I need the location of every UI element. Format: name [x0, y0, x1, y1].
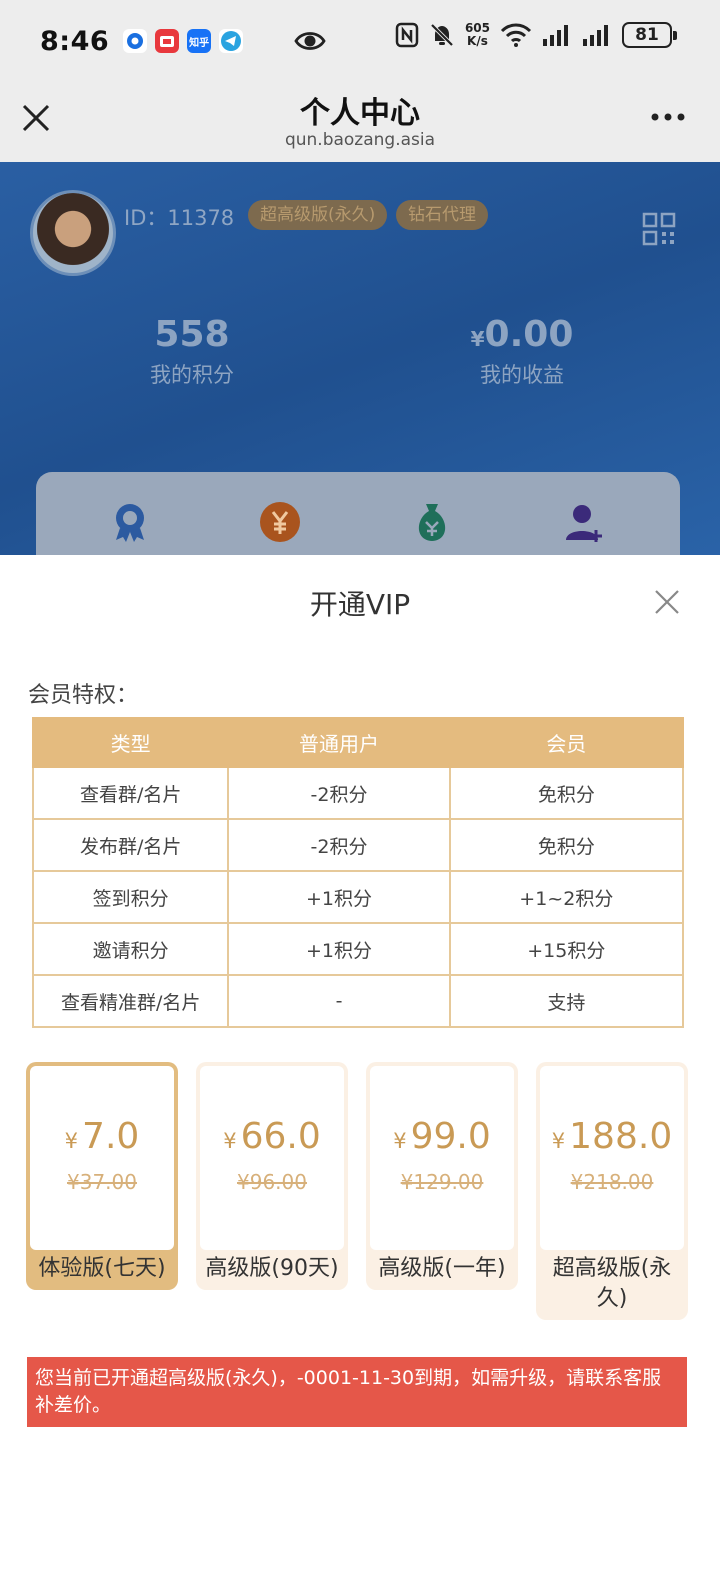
- status-right: 605 K/s 81: [395, 22, 677, 48]
- telegram-app-icon: [219, 29, 244, 53]
- plan-original-price: ¥37.00: [67, 1170, 137, 1194]
- eye-icon: [294, 32, 326, 50]
- plan-price-box: ¥7.0 ¥37.00: [30, 1066, 174, 1250]
- circle-app-icon: [123, 29, 148, 53]
- plan-price-box: ¥99.0 ¥129.00: [370, 1066, 514, 1250]
- vip-modal: 开通VIP 会员特权： 类型 普通用户 会员 查看群/名片 -2积分 免积分 发…: [0, 555, 720, 1582]
- plan-card-trial[interactable]: ¥7.0 ¥37.00 体验版(七天): [26, 1062, 178, 1290]
- plan-card-lifetime[interactable]: ¥188.0 ¥218.00 超高级版(永久): [536, 1062, 688, 1320]
- page: 8:46 知乎 605 K/s 81 个人中心 qun.baozang.asia…: [0, 0, 720, 1582]
- table-cell: 免积分: [448, 766, 685, 820]
- table-cell: +1积分: [227, 922, 451, 976]
- zhihu-app-icon: 知乎: [187, 29, 212, 53]
- plan-original-price: ¥96.00: [237, 1170, 307, 1194]
- plan-price: ¥66.0: [223, 1116, 321, 1157]
- table-cell: +1积分: [227, 870, 451, 924]
- table-cell: +1~2积分: [448, 870, 685, 924]
- table-cell: -2积分: [227, 818, 451, 872]
- plan-original-price: ¥129.00: [400, 1170, 484, 1194]
- page-title: 个人中心: [300, 96, 420, 131]
- signal-icon-1: [543, 25, 568, 46]
- plan-options: ¥7.0 ¥37.00 体验版(七天) ¥66.0 ¥96.00 高级版(90天…: [26, 1062, 690, 1332]
- status-time: 8:46: [40, 25, 110, 57]
- profile-header: ID：11378 超高级版(永久) 钻石代理 558 我的积分 ¥0.00 我的…: [0, 162, 720, 560]
- plan-name: 体验版(七天): [38, 1256, 166, 1281]
- plan-price-box: ¥188.0 ¥218.00: [540, 1066, 684, 1250]
- table-row: 查看精准群/名片 - 支持: [31, 974, 685, 1028]
- table-row: 发布群/名片 -2积分 免积分: [31, 818, 685, 872]
- plan-original-price: ¥218.00: [570, 1170, 654, 1194]
- table-row: 邀请积分 +1积分 +15积分: [31, 922, 685, 976]
- table-cell: 查看群/名片: [31, 766, 230, 820]
- membership-notice: 您当前已开通超高级版(永久)，-0001-11-30到期，如需升级，请联系客服补…: [27, 1357, 687, 1427]
- header-member: 会员: [448, 717, 685, 768]
- modal-close-icon[interactable]: [652, 587, 682, 617]
- table-cell: -: [227, 974, 451, 1028]
- net-speed-unit: K/s: [467, 34, 488, 48]
- status-bar: 8:46 知乎 605 K/s 81: [0, 0, 720, 82]
- more-icon[interactable]: [650, 112, 686, 122]
- table-row: 查看群/名片 -2积分 免积分: [31, 766, 685, 820]
- modal-overlay[interactable]: [0, 162, 720, 560]
- modal-title: 开通VIP: [309, 588, 411, 621]
- mute-bell-icon: [430, 23, 454, 47]
- nfc-icon: [395, 22, 419, 48]
- plan-price-box: ¥66.0 ¥96.00: [200, 1066, 344, 1250]
- perks-table: 类型 普通用户 会员 查看群/名片 -2积分 免积分 发布群/名片 -2积分 免…: [31, 717, 685, 1028]
- table-row: 签到积分 +1积分 +1~2积分: [31, 870, 685, 924]
- status-app-icons: 知乎: [123, 29, 244, 53]
- header-normal-user: 普通用户: [227, 717, 451, 768]
- header-type: 类型: [31, 717, 230, 768]
- nav-bar: 个人中心 qun.baozang.asia: [0, 82, 720, 162]
- net-speed: 605 K/s: [465, 22, 490, 48]
- plan-name: 超高级版(永久): [552, 1256, 672, 1311]
- plan-price: ¥7.0: [64, 1116, 140, 1157]
- table-header-row: 类型 普通用户 会员: [31, 717, 685, 768]
- page-url: qun.baozang.asia: [284, 130, 436, 150]
- signal-icon-2: [583, 25, 608, 46]
- table-cell: 免积分: [448, 818, 685, 872]
- table-cell: 发布群/名片: [31, 818, 230, 872]
- table-cell: 支持: [448, 974, 685, 1028]
- perks-label: 会员特权：: [28, 683, 139, 708]
- battery-indicator: 81: [622, 22, 677, 48]
- plan-name: 高级版(90天): [205, 1256, 339, 1281]
- plan-card-90days[interactable]: ¥66.0 ¥96.00 高级版(90天): [196, 1062, 348, 1290]
- table-cell: 邀请积分: [31, 922, 230, 976]
- plan-price: ¥99.0: [393, 1116, 491, 1157]
- wifi-icon: [500, 23, 532, 47]
- baozang-app-icon: [155, 29, 180, 53]
- table-cell: 查看精准群/名片: [31, 974, 230, 1028]
- table-cell: +15积分: [448, 922, 685, 976]
- plan-card-year[interactable]: ¥99.0 ¥129.00 高级版(一年): [366, 1062, 518, 1290]
- plan-price: ¥188.0: [551, 1116, 673, 1157]
- plan-name: 高级版(一年): [378, 1256, 506, 1281]
- table-cell: -2积分: [227, 766, 451, 820]
- table-cell: 签到积分: [31, 870, 230, 924]
